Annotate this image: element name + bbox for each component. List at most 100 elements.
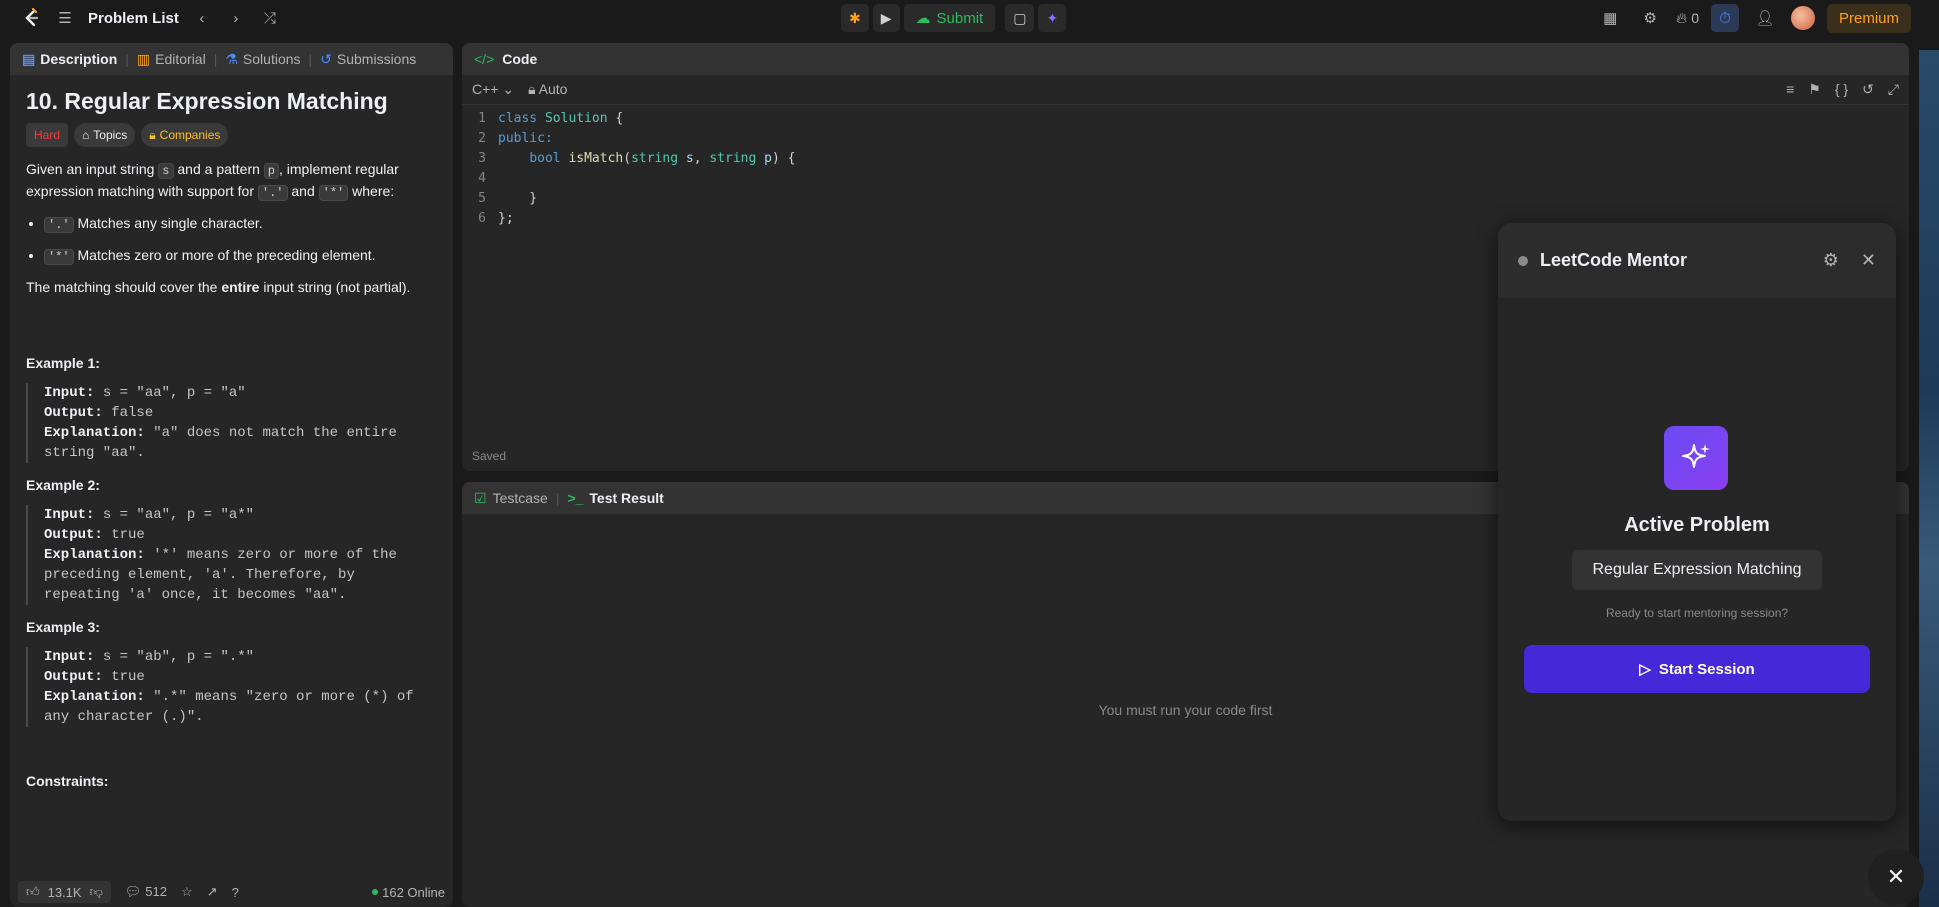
explanation-label: Explanation: <box>44 689 145 705</box>
code-line: 5 } <box>462 189 1909 209</box>
tag-icon: ⌂ <box>82 128 90 142</box>
settings-gear-icon[interactable]: ⚙ <box>1636 4 1664 32</box>
problem-intro: Given an input string s and a pattern p,… <box>26 159 437 203</box>
companies-tag[interactable]: 🔒︎ Companies <box>141 123 229 147</box>
line-number: 5 <box>478 191 486 206</box>
thumbs-up-icon: 👍︎ <box>26 884 40 899</box>
sparkle-icon <box>1682 444 1710 468</box>
bookmark-icon[interactable]: ⚑ <box>1808 81 1821 98</box>
code-line: 2 public: <box>462 129 1909 149</box>
tab-submissions[interactable]: ↺ Submissions <box>320 51 416 68</box>
tab-submissions-label: Submissions <box>336 51 417 67</box>
difficulty-badge: Hard <box>26 123 69 147</box>
chevron-down-icon: ⌄ <box>502 81 515 97</box>
sparkle-badge <box>1664 426 1728 490</box>
auto-mode[interactable]: 🔒︎ Auto <box>528 81 567 98</box>
status-dot <box>1518 255 1528 266</box>
auto-label: Auto <box>538 81 568 97</box>
companies-label: Companies <box>159 128 221 142</box>
layout-icon[interactable]: ▦ <box>1596 4 1624 32</box>
mentor-close-fab[interactable]: ✕ <box>1868 849 1924 905</box>
ai-button[interactable]: ✦ <box>1038 4 1067 32</box>
tab-editorial-label: Editorial <box>155 51 206 67</box>
share-icon[interactable]: ↗ <box>207 884 218 900</box>
rules-list: '.' Matches any single character. '*' Ma… <box>44 213 437 267</box>
tab-test-result[interactable]: >_ Test Result <box>567 490 663 506</box>
problem-list-link[interactable]: Problem List <box>88 10 179 27</box>
help-icon[interactable]: ? <box>232 885 239 900</box>
online-dot <box>372 889 379 895</box>
intro-text: and a pattern <box>173 161 264 177</box>
code-p: p <box>263 163 279 179</box>
list-item: '.' Matches any single character. <box>44 213 437 235</box>
description-tabs: ▤ Description | ▥ Editorial | ⚗ Solutions |… <box>10 43 453 75</box>
code-s: s <box>158 163 174 179</box>
chevron-left-icon[interactable]: ‹ <box>191 10 213 27</box>
timer-icon[interactable]: ⏱ <box>1710 4 1739 32</box>
ready-prompt: Ready to start mentoring session? <box>1605 606 1789 620</box>
explanation-label: Explanation: <box>44 547 145 563</box>
line-number: 3 <box>478 151 486 166</box>
topics-tag[interactable]: ⌂ Topics <box>74 123 136 147</box>
language-select[interactable]: C++ ⌄ <box>472 81 514 98</box>
online-label: 162 Online <box>382 884 445 900</box>
code-line: 3 bool isMatch(string s, string p) { <box>462 149 1909 169</box>
example-title: Example 1: <box>26 355 100 371</box>
code-line: 1 class Solution { <box>462 109 1909 129</box>
example-block: Input: s = "ab", p = ".*" Output: true E… <box>26 647 437 727</box>
start-session-button[interactable]: ▷ Start Session <box>1524 645 1870 693</box>
history-icon: ↺ <box>320 50 332 67</box>
code-star: '*' <box>44 249 74 265</box>
rule-text: Matches zero or more of the preceding el… <box>73 247 376 263</box>
terminal-icon: >_ <box>567 490 584 506</box>
gear-icon[interactable]: ⚙ <box>1823 250 1839 271</box>
tab-solutions-label: Solutions <box>242 51 301 67</box>
avatar[interactable] <box>1790 6 1815 30</box>
reset-icon[interactable]: ↺ <box>1862 81 1874 98</box>
code-dot: '.' <box>257 185 288 201</box>
tab-solutions[interactable]: ⚗ Solutions <box>225 51 300 68</box>
submit-button[interactable]: ☁ Submit <box>903 4 996 32</box>
example-title: Example 3: <box>26 619 100 635</box>
desktop-background <box>1919 50 1939 907</box>
like-button[interactable]: 👍︎ 13.1K 👎︎ <box>18 881 111 903</box>
language-label: C++ <box>472 81 499 97</box>
braces-icon[interactable]: { } <box>1835 81 1848 98</box>
thumbs-down-icon[interactable]: 👎︎ <box>90 884 103 900</box>
comments-button[interactable]: 💬︎ 512 <box>125 884 167 900</box>
problem-title[interactable]: 10. Regular Expression Matching <box>26 90 437 113</box>
tab-code[interactable]: Code <box>502 51 537 67</box>
flask-icon: ⚗ <box>225 50 238 67</box>
tab-editorial[interactable]: ▥ Editorial <box>137 51 206 68</box>
debug-button[interactable]: ✱ <box>841 4 869 32</box>
code-header: </> Code <box>462 43 1909 75</box>
checkbox-icon: ☑ <box>474 489 487 506</box>
fullscreen-icon[interactable]: ⤢ <box>1888 81 1899 98</box>
add-friend-icon[interactable]: 👤︎ <box>1751 4 1779 32</box>
mentor-title: LeetCode Mentor <box>1540 250 1688 270</box>
book-icon: ▥ <box>136 50 151 67</box>
problem-list-icon[interactable]: ☰ <box>54 9 76 27</box>
close-icon[interactable]: ✕ <box>1861 250 1876 271</box>
tab-description-label: Description <box>40 51 118 67</box>
code-editor[interactable]: 1 class Solution { 2 public: 3 bool isMatc… <box>462 105 1909 229</box>
tag-row: Hard ⌂ Topics 🔒︎ Companies <box>26 123 437 147</box>
tab-testcase[interactable]: ☑ Testcase <box>474 490 548 507</box>
streak-fire-icon[interactable]: 🔥︎ 0 <box>1676 4 1699 32</box>
chevron-right-icon[interactable]: › <box>225 10 247 27</box>
run-button[interactable]: ▶ <box>872 4 900 32</box>
star-icon[interactable]: ☆ <box>181 884 193 900</box>
shuffle-icon[interactable]: ⤮ <box>259 10 281 27</box>
code-dot: '.' <box>44 217 74 233</box>
premium-button[interactable]: Premium <box>1826 3 1911 33</box>
input-label: Input: <box>44 507 95 523</box>
notes-button[interactable]: ▢ <box>1005 4 1035 32</box>
leetcode-logo-icon[interactable] <box>20 7 42 29</box>
example-block: Input: s = "aa", p = "a" Output: false E… <box>26 383 437 463</box>
example-block: Input: s = "aa", p = "a*" Output: true E… <box>26 505 437 605</box>
topics-label: Topics <box>93 128 128 142</box>
input-label: Input: <box>44 385 95 401</box>
tab-description[interactable]: ▤ Description <box>22 51 117 68</box>
format-icon[interactable]: ≡ <box>1786 81 1794 98</box>
active-problem-heading: Active Problem <box>1624 514 1770 536</box>
